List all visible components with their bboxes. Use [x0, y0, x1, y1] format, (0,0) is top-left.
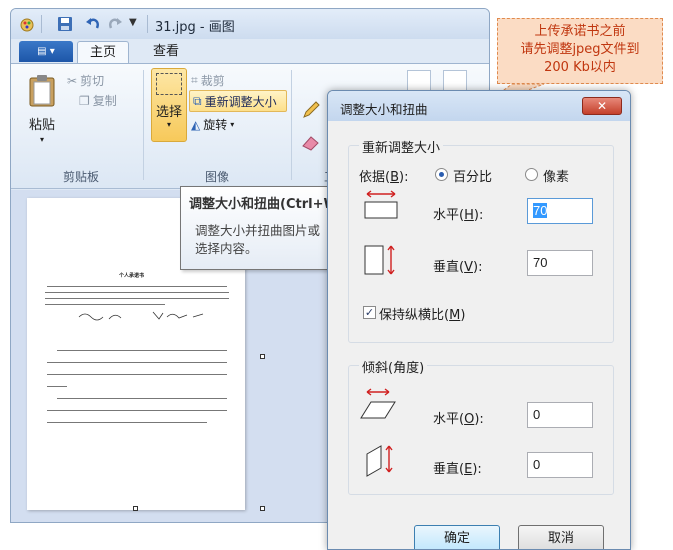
- paste-label: 粘贴: [28, 118, 55, 133]
- clipboard-group-label: 剪贴板: [62, 170, 99, 184]
- horizontal-skew-icon: [360, 388, 396, 419]
- ok-button[interactable]: 确定: [414, 525, 500, 549]
- callout-line: 请先调整jpeg文件到: [520, 42, 640, 57]
- resize-groupbox: 重新调整大小 依据(B): 百分比 像素 水平(H): 70 垂直(V): 70: [348, 137, 614, 343]
- keep-aspect-checkbox[interactable]: ✓: [363, 306, 376, 319]
- resize-handle[interactable]: [260, 354, 265, 359]
- clipboard-icon: [29, 75, 55, 107]
- document-text-line: [47, 374, 227, 375]
- select-label: 选择: [155, 105, 182, 120]
- document-text-line: [47, 386, 67, 387]
- ribbon-tabs: ▤ ▾ 主页 查看: [11, 39, 489, 63]
- skew-horizontal-label: 水平(O):: [433, 412, 484, 427]
- qat-separator: [41, 15, 42, 33]
- shape-curve-icon[interactable]: [443, 70, 467, 92]
- image-group-label: 图像: [204, 170, 229, 184]
- rotate-button[interactable]: ◭ 旋转 ▾: [191, 116, 234, 133]
- pencil-icon[interactable]: [301, 100, 321, 120]
- resize-tooltip: 调整大小和扭曲(Ctrl+W) 调整大小并扭曲图片或选择内容。: [180, 186, 340, 270]
- shape-line-icon[interactable]: [407, 70, 431, 92]
- document-text-line: [45, 292, 229, 293]
- horizontal-resize-icon: [364, 190, 398, 219]
- close-icon: ✕: [596, 99, 608, 113]
- select-icon: [156, 73, 182, 95]
- group-separator: [291, 70, 292, 180]
- qat-customize-icon[interactable]: ▼: [129, 17, 145, 33]
- callout-line: 上传承诺书之前: [534, 24, 626, 39]
- cut-label: 剪切: [80, 74, 105, 88]
- eraser-icon[interactable]: [301, 134, 321, 152]
- close-button[interactable]: ✕: [582, 97, 622, 115]
- scissors-icon: ✂: [67, 73, 78, 88]
- document-text-line: [47, 286, 227, 287]
- document-text-line: [47, 362, 227, 363]
- document-heading: 个人承诺书: [119, 273, 145, 279]
- group-separator: [143, 70, 144, 180]
- tab-home[interactable]: 主页: [77, 41, 130, 63]
- pixels-radio[interactable]: [525, 168, 538, 181]
- save-icon[interactable]: [57, 16, 73, 32]
- dialog-titlebar[interactable]: 调整大小和扭曲 ✕: [328, 91, 630, 121]
- copy-label: 复制: [92, 94, 117, 108]
- by-label: 依据(B):: [359, 170, 409, 185]
- crop-icon: ⌗: [191, 73, 198, 87]
- window-title: 31.jpg - 画图: [155, 20, 235, 35]
- percent-radio[interactable]: [435, 168, 448, 181]
- signature-image: [78, 311, 204, 321]
- resize-icon: ⧉: [193, 94, 202, 108]
- instruction-callout: 上传承诺书之前 请先调整jpeg文件到 200 Kb以内: [497, 18, 663, 84]
- tab-view[interactable]: 查看: [141, 41, 191, 63]
- resize-horizontal-input[interactable]: 70: [527, 198, 593, 224]
- copy-icon: ❐: [79, 93, 90, 108]
- select-dropdown-icon[interactable]: ▾: [152, 120, 186, 129]
- crop-label: 裁剪: [200, 74, 225, 88]
- document-text-line: [57, 350, 227, 351]
- document-text-line: [57, 398, 227, 399]
- title-bar: ▼ 31.jpg - 画图: [11, 9, 489, 39]
- document-text-line: [47, 410, 227, 411]
- paste-button[interactable]: 粘贴 ▾: [25, 74, 59, 144]
- rotate-icon: ◭: [191, 117, 201, 132]
- resize-skew-dialog: 调整大小和扭曲 ✕ 重新调整大小 依据(B): 百分比 像素 水平(H): 70: [327, 90, 631, 550]
- resize-handle[interactable]: [133, 506, 138, 511]
- resize-button[interactable]: ⧉ 重新调整大小: [193, 93, 277, 110]
- skew-group-label: 倾斜(角度): [359, 357, 428, 376]
- vertical-skew-icon: [366, 445, 393, 477]
- cancel-button[interactable]: 取消: [518, 525, 604, 549]
- paint-app-icon[interactable]: [19, 16, 35, 32]
- resize-group-label: 重新调整大小: [359, 137, 444, 156]
- tooltip-body: 调整大小并扭曲图片或选择内容。: [195, 223, 321, 256]
- skew-horizontal-input[interactable]: 0: [527, 402, 593, 428]
- resize-horizontal-label: 水平(H):: [433, 208, 484, 223]
- vertical-resize-icon: [364, 245, 395, 275]
- skew-vertical-input[interactable]: 0: [527, 452, 593, 478]
- pixels-label[interactable]: 像素: [543, 166, 569, 185]
- rotate-dropdown-icon[interactable]: ▾: [230, 120, 234, 129]
- redo-icon[interactable]: [107, 16, 123, 32]
- select-button[interactable]: 选择 ▾: [151, 68, 187, 142]
- application-menu-button[interactable]: ▤ ▾: [19, 41, 73, 62]
- document-text-line: [45, 304, 165, 305]
- cut-button[interactable]: ✂ 剪切: [67, 72, 104, 89]
- tooltip-title: 调整大小和扭曲(Ctrl+W): [189, 197, 340, 212]
- skew-groupbox: 倾斜(角度) 水平(O): 0 垂直(E): 0: [348, 357, 614, 495]
- document-text-line: [45, 298, 229, 299]
- crop-button[interactable]: ⌗ 裁剪: [191, 72, 225, 89]
- document-text-line: [47, 422, 207, 423]
- percent-label[interactable]: 百分比: [453, 166, 492, 185]
- undo-icon[interactable]: [85, 16, 101, 32]
- paste-dropdown-icon[interactable]: ▾: [25, 135, 59, 144]
- resize-handle[interactable]: [260, 506, 265, 511]
- dialog-body: 重新调整大小 依据(B): 百分比 像素 水平(H): 70 垂直(V): 70: [334, 121, 624, 549]
- copy-button[interactable]: ❐ 复制: [79, 92, 117, 109]
- skew-vertical-label: 垂直(E):: [433, 462, 482, 477]
- callout-line: 200 Kb以内: [544, 60, 616, 75]
- qat-separator: [147, 15, 148, 33]
- dialog-title: 调整大小和扭曲: [340, 102, 428, 117]
- resize-vertical-label: 垂直(V):: [433, 260, 483, 275]
- resize-vertical-input[interactable]: 70: [527, 250, 593, 276]
- resize-label: 重新调整大小: [204, 95, 277, 109]
- rotate-label: 旋转: [203, 118, 228, 132]
- keep-aspect-label[interactable]: 保持纵横比(M): [379, 304, 465, 323]
